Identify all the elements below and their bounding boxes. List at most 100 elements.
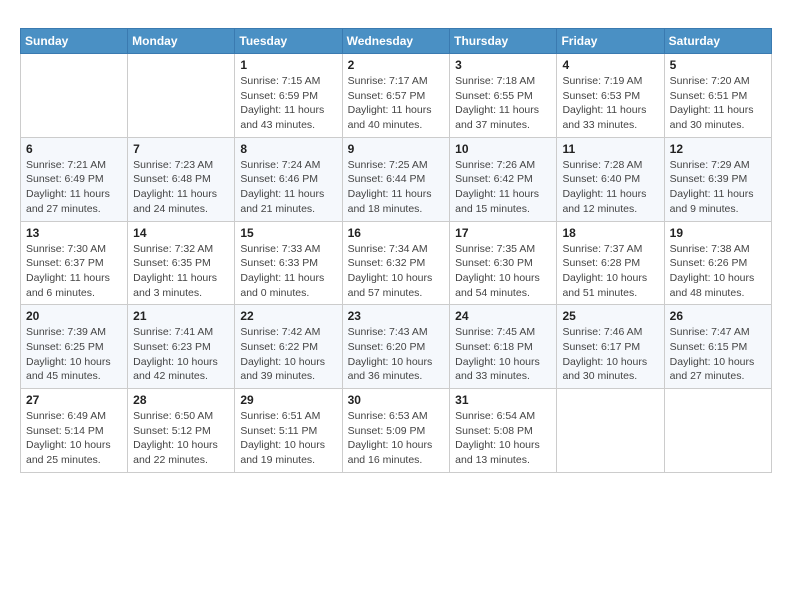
- day-number: 20: [26, 309, 122, 323]
- weekday-header-saturday: Saturday: [664, 29, 771, 54]
- calendar-week-row: 20 Sunrise: 7:39 AMSunset: 6:25 PMDayligh…: [21, 305, 772, 389]
- calendar-cell: 3 Sunrise: 7:18 AMSunset: 6:55 PMDaylight…: [450, 54, 557, 138]
- calendar-cell: 15 Sunrise: 7:33 AMSunset: 6:33 PMDayligh…: [235, 221, 342, 305]
- calendar-cell: [664, 389, 771, 473]
- day-number: 8: [240, 142, 336, 156]
- calendar-cell: 8Sunrise: 7:24 AMSunset: 6:46 PMDaylight…: [235, 137, 342, 221]
- calendar-cell: 9Sunrise: 7:25 AMSunset: 6:44 PMDaylight…: [342, 137, 450, 221]
- calendar-cell: 23Sunrise: 7:43 AMSunset: 6:20 PMDayligh…: [342, 305, 450, 389]
- day-number: 7: [133, 142, 229, 156]
- calendar-cell: 27 Sunrise: 6:49 AMSunset: 5:14 PMDayligh…: [21, 389, 128, 473]
- day-number: 27: [26, 393, 122, 407]
- calendar-cell: 25Sunrise: 7:46 AMSunset: 6:17 PMDayligh…: [557, 305, 664, 389]
- day-info: Sunrise: 7:47 AMSunset: 6:15 PMDaylight:…: [670, 325, 766, 384]
- day-info: Sunrise: 7:25 AMSunset: 6:44 PMDaylight:…: [348, 158, 445, 217]
- calendar-cell: 16 Sunrise: 7:34 AMSunset: 6:32 PMDayligh…: [342, 221, 450, 305]
- calendar-cell: 26 Sunrise: 7:47 AMSunset: 6:15 PMDayligh…: [664, 305, 771, 389]
- calendar-cell: 31 Sunrise: 6:54 AMSunset: 5:08 PMDayligh…: [450, 389, 557, 473]
- day-info: Sunrise: 7:33 AMSunset: 6:33 PMDaylight:…: [240, 242, 336, 301]
- header: General Blue: [20, 16, 772, 18]
- day-number: 30: [348, 393, 445, 407]
- day-info: Sunrise: 6:54 AMSunset: 5:08 PMDaylight:…: [455, 409, 551, 468]
- day-number: 5: [670, 58, 766, 72]
- day-info: Sunrise: 7:41 AMSunset: 6:23 PMDaylight:…: [133, 325, 229, 384]
- day-info: Sunrise: 6:53 AMSunset: 5:09 PMDaylight:…: [348, 409, 445, 468]
- day-info: Sunrise: 7:35 AMSunset: 6:30 PMDaylight:…: [455, 242, 551, 301]
- calendar-cell: [128, 54, 235, 138]
- day-info: Sunrise: 6:50 AMSunset: 5:12 PMDaylight:…: [133, 409, 229, 468]
- day-number: 31: [455, 393, 551, 407]
- day-info: Sunrise: 7:19 AMSunset: 6:53 PMDaylight:…: [562, 74, 658, 133]
- calendar-cell: 4 Sunrise: 7:19 AMSunset: 6:53 PMDaylight…: [557, 54, 664, 138]
- day-number: 13: [26, 226, 122, 240]
- calendar-cell: 1Sunrise: 7:15 AMSunset: 6:59 PMDaylight…: [235, 54, 342, 138]
- day-number: 2: [348, 58, 445, 72]
- calendar-cell: 7 Sunrise: 7:23 AMSunset: 6:48 PMDaylight…: [128, 137, 235, 221]
- calendar-cell: 21 Sunrise: 7:41 AMSunset: 6:23 PMDayligh…: [128, 305, 235, 389]
- day-info: Sunrise: 7:45 AMSunset: 6:18 PMDaylight:…: [455, 325, 551, 384]
- day-number: 28: [133, 393, 229, 407]
- calendar-week-row: 13 Sunrise: 7:30 AMSunset: 6:37 PMDayligh…: [21, 221, 772, 305]
- day-info: Sunrise: 7:32 AMSunset: 6:35 PMDaylight:…: [133, 242, 229, 301]
- day-info: Sunrise: 7:20 AMSunset: 6:51 PMDaylight:…: [670, 74, 766, 133]
- day-info: Sunrise: 6:49 AMSunset: 5:14 PMDaylight:…: [26, 409, 122, 468]
- calendar-cell: 28 Sunrise: 6:50 AMSunset: 5:12 PMDayligh…: [128, 389, 235, 473]
- calendar-week-row: 1Sunrise: 7:15 AMSunset: 6:59 PMDaylight…: [21, 54, 772, 138]
- day-number: 17: [455, 226, 551, 240]
- day-info: Sunrise: 7:43 AMSunset: 6:20 PMDaylight:…: [348, 325, 445, 384]
- day-info: Sunrise: 7:38 AMSunset: 6:26 PMDaylight:…: [670, 242, 766, 301]
- day-info: Sunrise: 7:23 AMSunset: 6:48 PMDaylight:…: [133, 158, 229, 217]
- weekday-header-monday: Monday: [128, 29, 235, 54]
- day-number: 3: [455, 58, 551, 72]
- weekday-header-row: SundayMondayTuesdayWednesdayThursdayFrid…: [21, 29, 772, 54]
- calendar-cell: 24 Sunrise: 7:45 AMSunset: 6:18 PMDayligh…: [450, 305, 557, 389]
- day-number: 18: [562, 226, 658, 240]
- day-number: 10: [455, 142, 551, 156]
- day-info: Sunrise: 7:39 AMSunset: 6:25 PMDaylight:…: [26, 325, 122, 384]
- day-number: 16: [348, 226, 445, 240]
- day-number: 22: [240, 309, 336, 323]
- calendar-cell: 29Sunrise: 6:51 AMSunset: 5:11 PMDayligh…: [235, 389, 342, 473]
- day-number: 4: [562, 58, 658, 72]
- day-number: 29: [240, 393, 336, 407]
- day-info: Sunrise: 7:18 AMSunset: 6:55 PMDaylight:…: [455, 74, 551, 133]
- day-number: 1: [240, 58, 336, 72]
- calendar-cell: 18 Sunrise: 7:37 AMSunset: 6:28 PMDayligh…: [557, 221, 664, 305]
- day-number: 11: [562, 142, 658, 156]
- day-number: 21: [133, 309, 229, 323]
- calendar-cell: 30 Sunrise: 6:53 AMSunset: 5:09 PMDayligh…: [342, 389, 450, 473]
- day-number: 24: [455, 309, 551, 323]
- calendar-cell: 13 Sunrise: 7:30 AMSunset: 6:37 PMDayligh…: [21, 221, 128, 305]
- calendar-cell: 11 Sunrise: 7:28 AMSunset: 6:40 PMDayligh…: [557, 137, 664, 221]
- day-number: 15: [240, 226, 336, 240]
- calendar-week-row: 6 Sunrise: 7:21 AMSunset: 6:49 PMDaylight…: [21, 137, 772, 221]
- day-info: Sunrise: 7:34 AMSunset: 6:32 PMDaylight:…: [348, 242, 445, 301]
- weekday-header-sunday: Sunday: [21, 29, 128, 54]
- day-number: 25: [562, 309, 658, 323]
- calendar-week-row: 27 Sunrise: 6:49 AMSunset: 5:14 PMDayligh…: [21, 389, 772, 473]
- day-number: 26: [670, 309, 766, 323]
- day-info: Sunrise: 7:29 AMSunset: 6:39 PMDaylight:…: [670, 158, 766, 217]
- day-number: 14: [133, 226, 229, 240]
- day-info: Sunrise: 7:30 AMSunset: 6:37 PMDaylight:…: [26, 242, 122, 301]
- calendar-cell: 19 Sunrise: 7:38 AMSunset: 6:26 PMDayligh…: [664, 221, 771, 305]
- day-info: Sunrise: 7:26 AMSunset: 6:42 PMDaylight:…: [455, 158, 551, 217]
- weekday-header-friday: Friday: [557, 29, 664, 54]
- day-number: 12: [670, 142, 766, 156]
- day-number: 6: [26, 142, 122, 156]
- calendar-cell: 10 Sunrise: 7:26 AMSunset: 6:42 PMDayligh…: [450, 137, 557, 221]
- calendar-cell: 20 Sunrise: 7:39 AMSunset: 6:25 PMDayligh…: [21, 305, 128, 389]
- calendar-cell: [21, 54, 128, 138]
- weekday-header-wednesday: Wednesday: [342, 29, 450, 54]
- calendar-cell: 6 Sunrise: 7:21 AMSunset: 6:49 PMDaylight…: [21, 137, 128, 221]
- day-info: Sunrise: 7:37 AMSunset: 6:28 PMDaylight:…: [562, 242, 658, 301]
- calendar-cell: 5 Sunrise: 7:20 AMSunset: 6:51 PMDaylight…: [664, 54, 771, 138]
- calendar-cell: 12 Sunrise: 7:29 AMSunset: 6:39 PMDayligh…: [664, 137, 771, 221]
- day-info: Sunrise: 7:21 AMSunset: 6:49 PMDaylight:…: [26, 158, 122, 217]
- day-info: Sunrise: 7:28 AMSunset: 6:40 PMDaylight:…: [562, 158, 658, 217]
- day-info: Sunrise: 7:42 AMSunset: 6:22 PMDaylight:…: [240, 325, 336, 384]
- calendar-cell: 14 Sunrise: 7:32 AMSunset: 6:35 PMDayligh…: [128, 221, 235, 305]
- day-info: Sunrise: 7:17 AMSunset: 6:57 PMDaylight:…: [348, 74, 445, 133]
- day-number: 19: [670, 226, 766, 240]
- weekday-header-tuesday: Tuesday: [235, 29, 342, 54]
